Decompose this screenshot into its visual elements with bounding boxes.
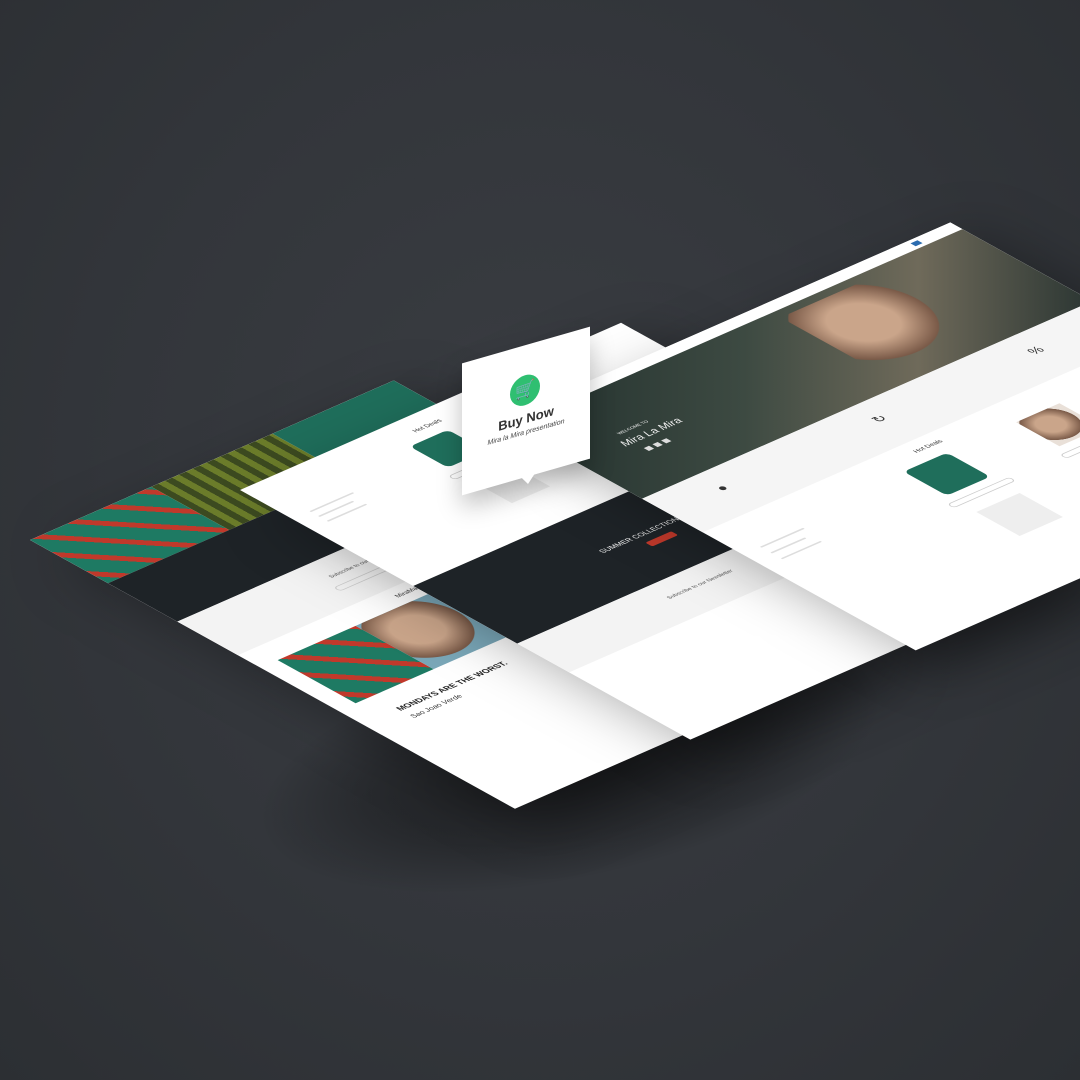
- refresh-icon: ↻: [867, 412, 892, 425]
- filter-line-2: [317, 500, 355, 517]
- mockup-stage: Subscribe to our Newsletter MiraMaria on…: [0, 0, 1080, 1080]
- middle-newsletter-title: Subscribe to our Newsletter: [666, 569, 736, 601]
- social-facebook-icon[interactable]: [643, 445, 655, 451]
- right-product-hoodie[interactable]: [903, 452, 991, 496]
- cart-badge[interactable]: [910, 240, 923, 247]
- globe-icon: ●: [711, 482, 733, 494]
- right-filter-line-1: [759, 527, 805, 548]
- right-hot-deals-title: Hot Deals: [912, 439, 945, 455]
- percent-icon: %: [1023, 343, 1048, 357]
- right-filter-line-3: [780, 540, 823, 560]
- right-product-shirt[interactable]: [976, 493, 1063, 536]
- filter-line-3: [326, 503, 368, 522]
- right-product-swimwear[interactable]: [1016, 403, 1080, 447]
- social-instagram-icon[interactable]: [652, 442, 663, 448]
- social-twitter-icon[interactable]: [661, 438, 672, 444]
- hot-deals-title: Hot Deals: [411, 418, 445, 434]
- shopping-cart-icon: 🛒: [510, 370, 540, 410]
